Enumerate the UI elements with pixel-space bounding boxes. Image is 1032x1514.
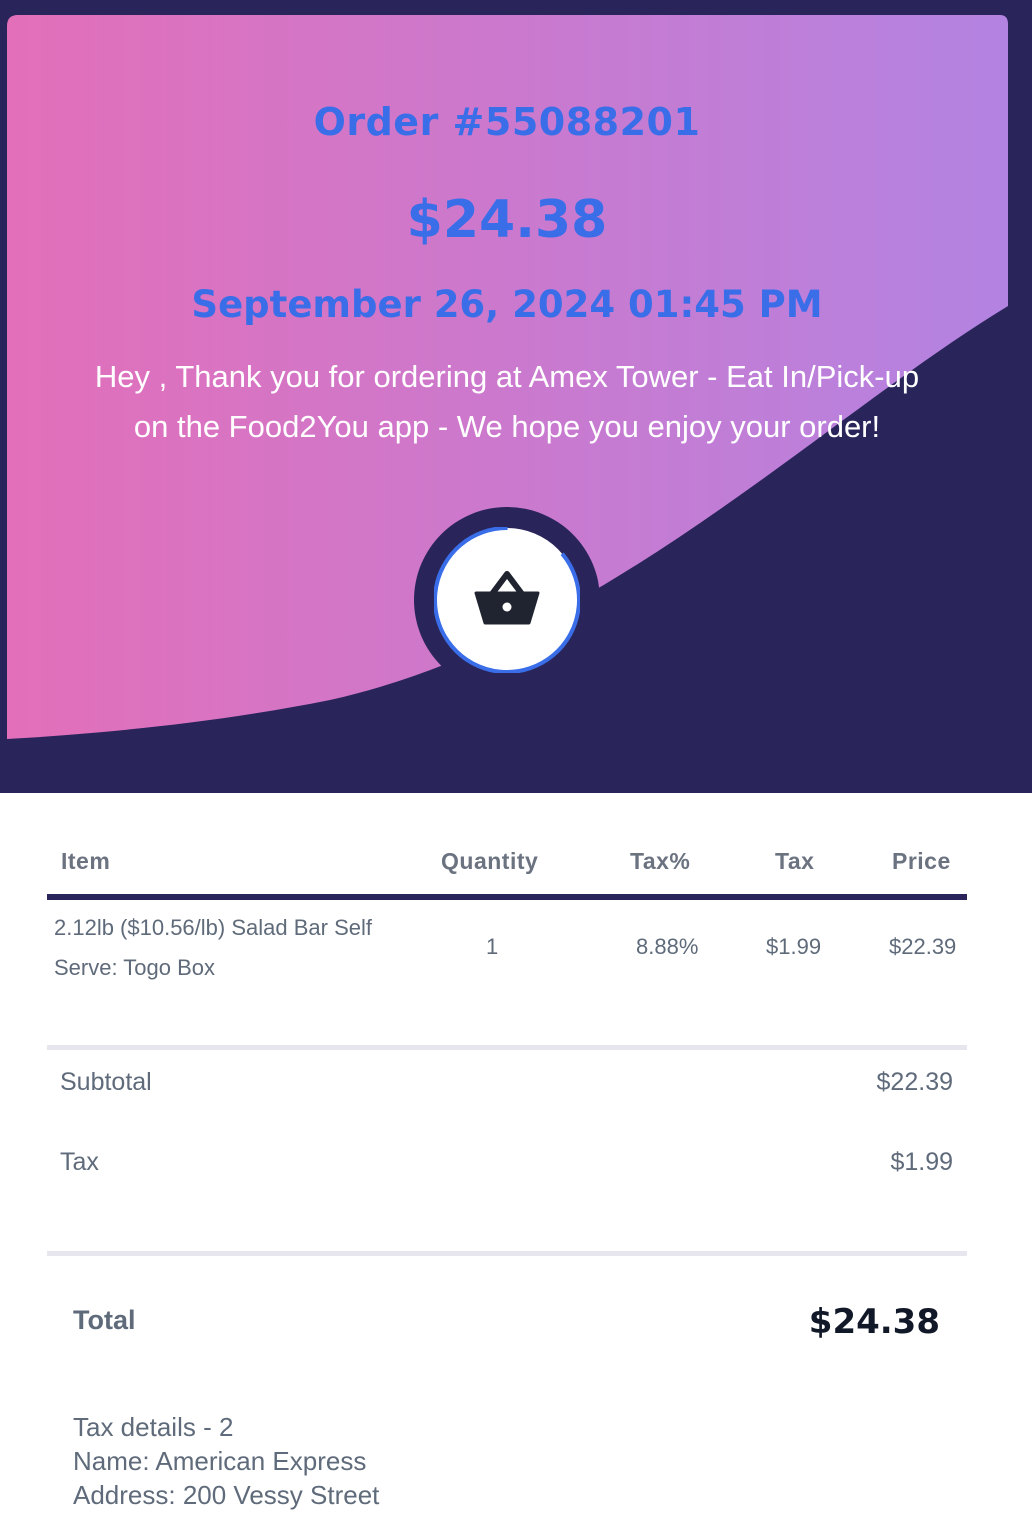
- basket-icon: [434, 527, 580, 673]
- item-description: 2.12lb ($10.56/lb) Salad Bar Self Serve:…: [54, 908, 404, 988]
- column-header-price: Price: [892, 848, 951, 874]
- item-description-line-2: Serve: Togo Box: [54, 955, 216, 980]
- item-quantity: 1: [486, 934, 499, 959]
- tax-details-address: Address: 200 Vessy Street: [73, 1480, 380, 1510]
- total-value: $24.38: [808, 1302, 940, 1342]
- tax-details-name: Name: American Express: [73, 1446, 367, 1476]
- tax-label: Tax: [60, 1148, 99, 1176]
- subtotal-label: Subtotal: [60, 1068, 152, 1096]
- thank-you-message: Hey , Thank you for ordering at Amex Tow…: [40, 352, 974, 452]
- tax-details: Tax details - 2 Name: American Express A…: [73, 1410, 379, 1512]
- tax-value: $1.99: [890, 1148, 953, 1176]
- column-header-item: Item: [61, 848, 111, 874]
- item-description-line-1: 2.12lb ($10.56/lb) Salad Bar Self: [54, 915, 372, 940]
- hero-banner: Order #55088201 $24.38 September 26, 202…: [0, 0, 1032, 793]
- column-header-tax: Tax: [775, 848, 815, 874]
- divider: [47, 1045, 967, 1050]
- order-amount: $24.38: [406, 190, 608, 250]
- column-header-quantity: Quantity: [441, 848, 539, 874]
- column-header-tax-percent: Tax%: [630, 848, 691, 874]
- order-number: Order #55088201: [313, 100, 701, 144]
- item-tax: $1.99: [766, 934, 822, 959]
- thank-you-line-2: on the Food2You app - We hope you enjoy …: [133, 409, 881, 444]
- subtotal-value: $22.39: [876, 1068, 953, 1096]
- tax-details-count: Tax details - 2: [73, 1412, 234, 1442]
- order-date: September 26, 2024 01:45 PM: [191, 283, 823, 326]
- item-price: $22.39: [889, 934, 957, 959]
- items-table-header: Item Quantity Tax% Tax Price: [47, 840, 967, 900]
- divider: [47, 1251, 967, 1256]
- total-label: Total: [73, 1305, 136, 1335]
- table-row: 2.12lb ($10.56/lb) Salad Bar Self Serve:…: [47, 900, 967, 1046]
- thank-you-line-1: Hey , Thank you for ordering at Amex Tow…: [94, 359, 920, 394]
- item-tax-percent: 8.88%: [636, 934, 699, 959]
